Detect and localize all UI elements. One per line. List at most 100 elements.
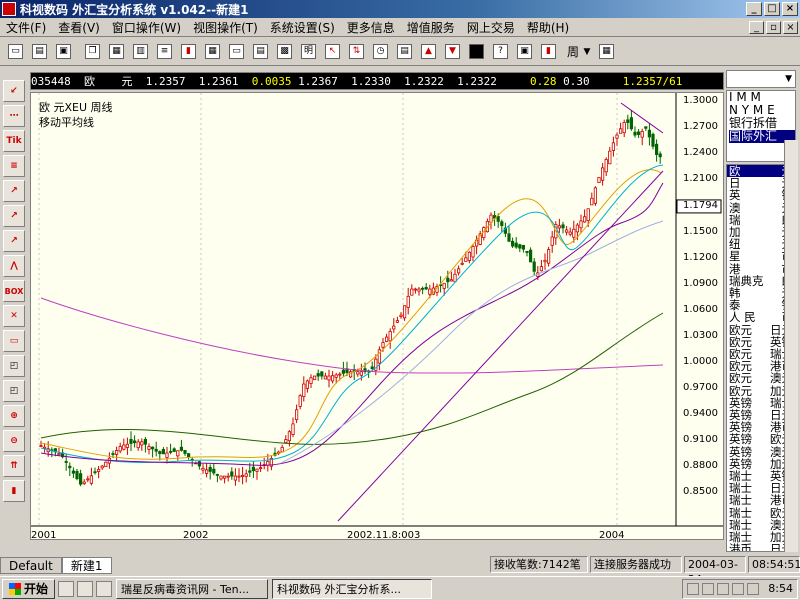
print-icon[interactable]: ▥ xyxy=(129,40,152,63)
zoom-tool-icon[interactable]: ◰ xyxy=(3,355,25,377)
menu-value-added[interactable]: 增值服务 xyxy=(401,19,461,36)
grid-icon[interactable]: ▦ xyxy=(201,40,224,63)
start-button[interactable]: 开始 xyxy=(2,578,56,599)
tile-icon[interactable]: ▤ xyxy=(249,40,272,63)
close-button[interactable]: × xyxy=(782,2,798,16)
delete-tool-icon[interactable]: ✕ xyxy=(3,305,25,327)
tray-icon[interactable] xyxy=(687,582,700,595)
system-tray: 8:54 xyxy=(682,578,798,599)
eraser-tool-icon[interactable]: ▭ xyxy=(3,330,25,352)
candle-body xyxy=(75,471,79,480)
zoom-out-icon[interactable]: ▼ xyxy=(441,40,464,63)
bars-icon[interactable]: ▮ xyxy=(537,40,560,63)
tray-icon[interactable] xyxy=(732,582,745,595)
candle-body xyxy=(557,225,562,229)
media-icon[interactable] xyxy=(96,580,113,597)
menu-file[interactable]: 文件(F) xyxy=(0,19,52,36)
cursor-icon[interactable]: ↖ xyxy=(321,40,344,63)
tik-tool-icon[interactable]: Tik xyxy=(3,130,25,152)
child-restore-button[interactable]: ▫ xyxy=(766,20,781,34)
kline-chart[interactable]: 欧 元XEU 周线 移动平均线 1.3000 1.2700 1.2400 1.2… xyxy=(30,92,724,541)
tab-new1[interactable]: 新建1 xyxy=(61,556,112,574)
tab-default[interactable]: Default xyxy=(0,556,62,574)
cycle-tool-icon[interactable]: ◰ xyxy=(3,380,25,402)
ming-icon[interactable]: 明 xyxy=(297,40,320,63)
save-icon[interactable]: ▣ xyxy=(52,40,75,63)
news-icon[interactable]: ▤ xyxy=(393,40,416,63)
minimize-button[interactable]: _ xyxy=(746,2,762,16)
status-time: 08:54:51 xyxy=(748,556,800,573)
calculator-icon[interactable]: ▦ xyxy=(595,40,618,63)
trend-tool-icon[interactable]: ↗ xyxy=(3,180,25,202)
candle-body xyxy=(39,445,43,448)
desktop-icon[interactable] xyxy=(77,580,94,597)
menu-settings[interactable]: 系统设置(S) xyxy=(264,19,341,36)
arrow-tool-icon[interactable]: ↗ xyxy=(3,230,25,252)
candle-body xyxy=(608,150,612,165)
window-title: 科视数码 外汇宝分析系统 v1.042--新建1 xyxy=(20,2,249,17)
bar-tool-icon[interactable]: ▮ xyxy=(3,480,25,502)
channel-tool-icon[interactable]: ⋀ xyxy=(3,255,25,277)
menu-view[interactable]: 查看(V) xyxy=(52,19,106,36)
tray-icon[interactable] xyxy=(702,582,715,595)
currency-list-scrollbar[interactable] xyxy=(784,140,798,552)
parallel-tool-icon[interactable]: ≡ xyxy=(3,155,25,177)
zoom-in-icon[interactable]: ▲ xyxy=(417,40,440,63)
candle-body xyxy=(583,216,587,223)
period-select[interactable]: 周 xyxy=(567,43,579,60)
open-icon[interactable]: ▤ xyxy=(28,40,51,63)
window-icon[interactable]: ▭ xyxy=(225,40,248,63)
quote-r2: 0.30 xyxy=(563,74,590,88)
chart-svg xyxy=(31,93,723,527)
candle-body xyxy=(172,448,176,452)
table-icon[interactable]: ▩ xyxy=(273,40,296,63)
candle-body xyxy=(280,446,284,453)
ray-tool-icon[interactable]: ↗ xyxy=(3,205,25,227)
chevron-down-icon[interactable]: ▼ xyxy=(580,47,594,57)
help-icon[interactable]: ? xyxy=(489,40,512,63)
info-icon[interactable]: ▣ xyxy=(513,40,536,63)
line-tool-icon[interactable]: ↙ xyxy=(3,80,25,102)
candle-body xyxy=(89,475,94,484)
task-forex-app[interactable]: 科视数码 外汇宝分析系... xyxy=(272,578,433,599)
task-browser[interactable]: 瑞星反病毒资讯网 - Ten... xyxy=(116,578,269,599)
ie-icon[interactable] xyxy=(58,580,75,597)
bar-chart-icon[interactable]: ▮ xyxy=(177,40,200,63)
maximize-button[interactable]: □ xyxy=(764,2,780,16)
box-tool-icon[interactable]: BOX xyxy=(3,280,25,302)
market-select[interactable]: ▼ xyxy=(726,70,796,88)
tray-icon[interactable] xyxy=(747,582,760,595)
y-tick-highlight: 1.1794 xyxy=(683,200,718,211)
fan-tool-icon[interactable]: ⋯ xyxy=(3,105,25,127)
new-icon[interactable]: ▭ xyxy=(4,40,27,63)
candle-body xyxy=(590,197,594,206)
panel-icon[interactable]: ▯ xyxy=(465,40,488,63)
tray-icon[interactable] xyxy=(717,582,730,595)
candle-body xyxy=(460,262,464,265)
minus-tool-icon[interactable]: ⊖ xyxy=(3,430,25,452)
ma-line-10 xyxy=(40,164,664,463)
child-minimize-button[interactable]: _ xyxy=(749,20,764,34)
candle-body xyxy=(82,481,86,485)
candle-body xyxy=(240,475,245,477)
menu-more-info[interactable]: 更多信息 xyxy=(341,19,401,36)
fib-tool-icon[interactable]: ⇈ xyxy=(3,455,25,477)
candle-body xyxy=(637,131,641,135)
child-close-button[interactable]: × xyxy=(783,20,798,34)
y-tick: 1.0600 xyxy=(683,304,718,315)
candle-body xyxy=(151,446,155,450)
paste-icon[interactable]: ▦ xyxy=(105,40,128,63)
kline-icon[interactable]: ⇅ xyxy=(345,40,368,63)
candle-body xyxy=(100,465,104,469)
copy-icon[interactable]: ❐ xyxy=(81,40,104,63)
menu-window[interactable]: 窗口操作(W) xyxy=(106,19,187,36)
menu-chart[interactable]: 视图操作(T) xyxy=(187,19,264,36)
menu-online-trade[interactable]: 网上交易 xyxy=(461,19,521,36)
status-records: 接收笔数:7142笔 xyxy=(490,556,588,573)
plus-tool-icon[interactable]: ⊕ xyxy=(3,405,25,427)
candle-body xyxy=(284,439,288,443)
menu-help[interactable]: 帮助(H) xyxy=(521,19,575,36)
list-icon[interactable]: ≡ xyxy=(153,40,176,63)
clock-icon[interactable]: ◷ xyxy=(369,40,392,63)
currency-item-label: 欧元 xyxy=(729,371,752,386)
